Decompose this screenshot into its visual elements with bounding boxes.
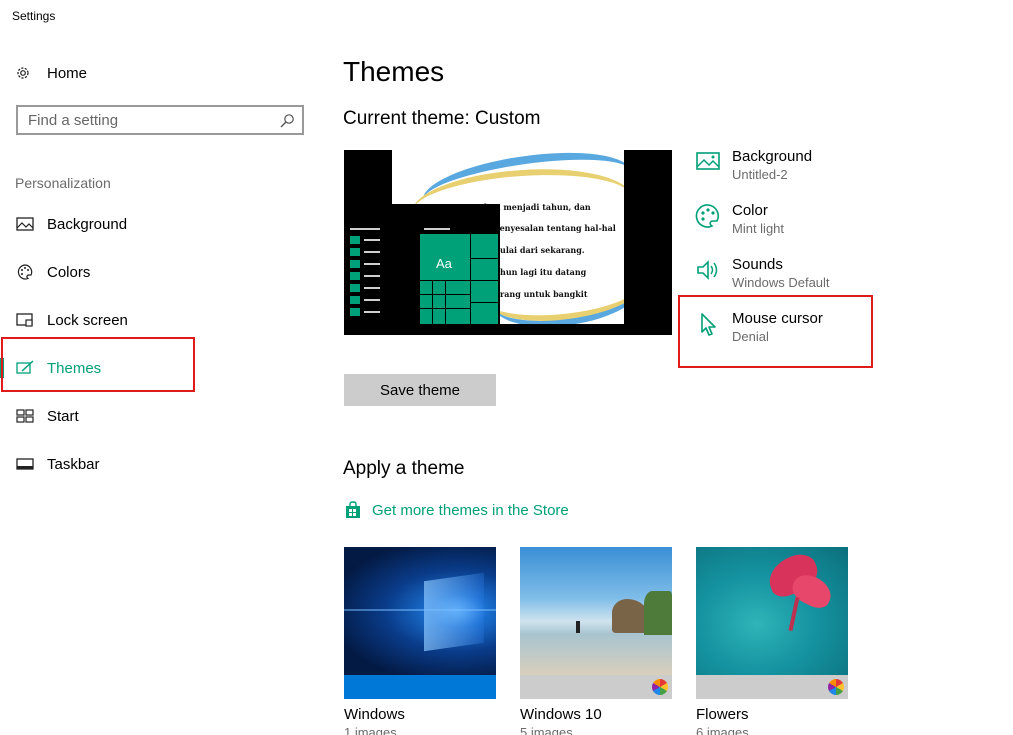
property-value: Denial — [732, 329, 769, 344]
sidebar-item-colors[interactable]: Colors — [0, 248, 320, 296]
color-wheel-icon — [652, 679, 668, 695]
brush-icon — [16, 359, 34, 377]
sidebar-item-label: Start — [47, 407, 79, 425]
start-tiles-icon — [16, 407, 34, 425]
section-header: Personalization — [15, 175, 111, 191]
sidebar-item-label: Colors — [47, 263, 91, 281]
theme-name: Windows 10 — [520, 706, 602, 723]
color-wheel-icon — [828, 679, 844, 695]
lock-screen-icon — [16, 311, 34, 329]
taskbar-icon — [16, 455, 34, 473]
sidebar-item-themes[interactable]: Themes — [0, 344, 320, 392]
home-link[interactable]: Home — [14, 62, 87, 84]
page-title: Themes — [343, 56, 445, 87]
search-box[interactable] — [16, 105, 304, 135]
main-content: Themes Current theme: Custom kan menjadi… — [343, 0, 1013, 735]
sidebar: Home Personalization Background Colors L… — [0, 0, 320, 735]
theme-thumbnail — [696, 547, 848, 675]
preview-tiles — [420, 234, 498, 324]
sidebar-item-label: Lock screen — [47, 311, 128, 329]
sidebar-nav: Background Colors Lock screen Themes Sta… — [0, 200, 320, 488]
sidebar-item-lock-screen[interactable]: Lock screen — [0, 296, 320, 344]
home-label: Home — [47, 64, 88, 82]
theme-card-windows[interactable]: Windows 1 images — [344, 547, 496, 735]
theme-image-count: 5 images — [520, 725, 573, 735]
theme-preview: kan menjadi tahun, dan penyesalan tentan… — [344, 150, 672, 335]
picture-icon — [695, 149, 721, 175]
property-value: Mint light — [732, 221, 785, 236]
current-theme-heading: Current theme: Custom — [343, 108, 541, 129]
theme-name: Flowers — [696, 706, 749, 723]
store-bag-icon — [344, 501, 362, 519]
wallpaper-text: penyesalan tentang hal-hal — [494, 223, 616, 233]
sidebar-item-background[interactable]: Background — [0, 200, 320, 248]
search-icon[interactable] — [279, 113, 295, 129]
wallpaper-text: rang untuk bangkit — [500, 289, 588, 299]
palette-icon — [695, 203, 721, 229]
property-color[interactable]: Color Mint light — [695, 200, 895, 254]
palette-icon — [16, 263, 34, 281]
theme-thumbnail — [344, 547, 496, 675]
property-sounds[interactable]: Sounds Windows Default — [695, 254, 895, 308]
theme-card-windows-10[interactable]: Windows 10 5 images — [520, 547, 672, 735]
themes-grid: Windows 1 images Windows 10 5 images Flo… — [344, 547, 864, 735]
theme-properties: Background Untitled-2 Color Mint light S… — [695, 146, 895, 362]
gear-icon — [14, 64, 32, 82]
wallpaper-text: hun lagi itu datang — [500, 267, 587, 277]
preview-start-menu: Aa — [344, 204, 500, 335]
save-theme-button[interactable]: Save theme — [344, 374, 496, 406]
property-value: Untitled-2 — [732, 167, 788, 182]
theme-color-strip — [344, 675, 496, 699]
store-link-label: Get more themes in the Store — [372, 501, 569, 519]
picture-icon — [16, 215, 34, 233]
property-name: Color — [732, 202, 768, 219]
theme-color-strip — [520, 675, 672, 699]
sidebar-item-label: Themes — [47, 359, 102, 377]
theme-card-flowers[interactable]: Flowers 6 images — [696, 547, 848, 735]
property-name: Background — [732, 148, 813, 165]
property-background[interactable]: Background Untitled-2 — [695, 146, 895, 200]
wallpaper-text: kan menjadi tahun, dan — [484, 202, 591, 212]
sidebar-item-taskbar[interactable]: Taskbar — [0, 440, 320, 488]
wallpaper-text: ulai dari sekarang. — [500, 245, 585, 255]
store-link[interactable]: Get more themes in the Store — [344, 501, 569, 519]
property-value: Windows Default — [732, 275, 830, 290]
sidebar-item-label: Taskbar — [47, 455, 100, 473]
theme-name: Windows — [344, 706, 405, 723]
cursor-icon — [695, 311, 721, 337]
theme-thumbnail — [520, 547, 672, 675]
property-mouse-cursor[interactable]: Mouse cursor Denial — [695, 308, 895, 362]
property-name: Mouse cursor — [732, 310, 823, 327]
theme-image-count: 6 images — [696, 725, 749, 735]
theme-color-strip — [696, 675, 848, 699]
property-name: Sounds — [732, 256, 783, 273]
sidebar-item-start[interactable]: Start — [0, 392, 320, 440]
search-input[interactable] — [18, 111, 268, 129]
speaker-icon — [695, 257, 721, 283]
preview-tile-label: Aa — [436, 256, 452, 271]
apply-theme-heading: Apply a theme — [343, 458, 465, 479]
theme-image-count: 1 images — [344, 725, 397, 735]
sidebar-item-label: Background — [47, 215, 128, 233]
